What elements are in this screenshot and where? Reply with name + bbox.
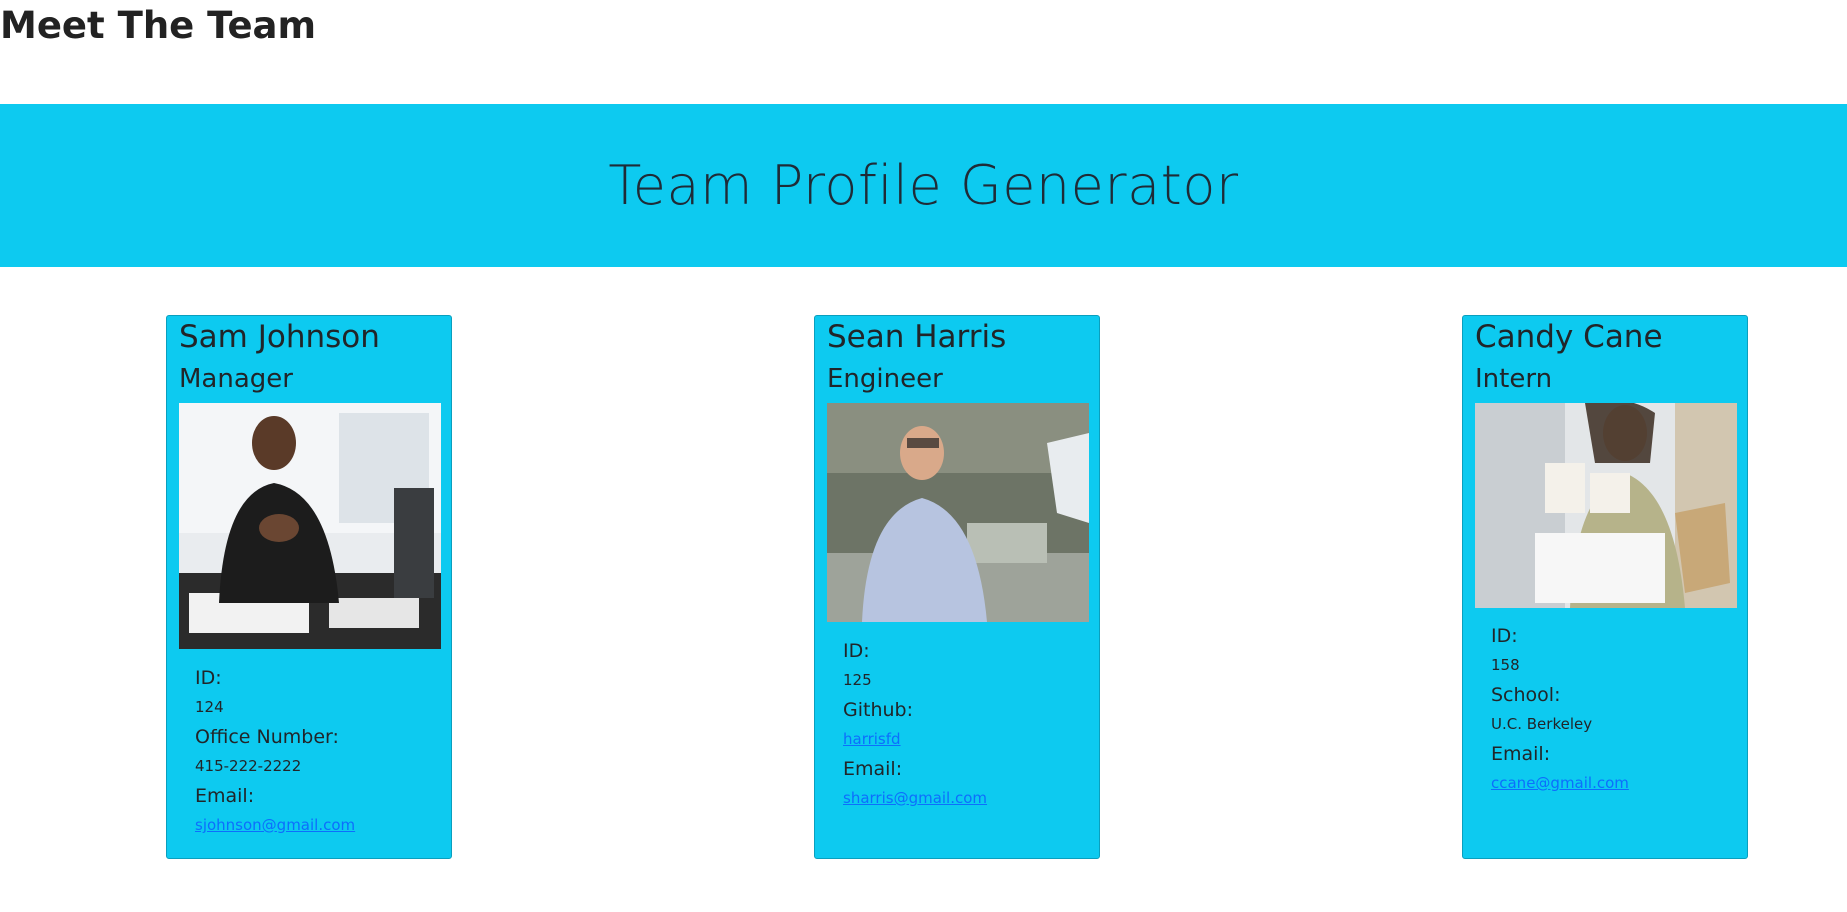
id-label: ID: xyxy=(1491,625,1518,647)
office-number-label: Office Number: xyxy=(195,726,339,748)
card-name: Sam Johnson xyxy=(179,319,380,355)
card-role: Engineer xyxy=(827,364,943,394)
id-label: ID: xyxy=(843,640,870,662)
team-card-engineer: Sean Harris Engineer ID: 125 Github: har… xyxy=(814,315,1100,859)
email-label: Email: xyxy=(843,758,903,780)
card-info: ID: 158 School: U.C. Berkeley Email: cca… xyxy=(1491,621,1629,798)
email-link[interactable]: sjohnson@gmail.com xyxy=(195,811,355,840)
team-card-intern: Candy Cane Intern ID: 158 School: U.C. B… xyxy=(1462,315,1748,859)
id-label: ID: xyxy=(195,667,222,689)
id-value: 158 xyxy=(1491,656,1520,674)
email-link[interactable]: sharris@gmail.com xyxy=(843,784,987,813)
id-value: 124 xyxy=(195,698,224,716)
banner: Team Profile Generator xyxy=(0,104,1847,267)
banner-title: Team Profile Generator xyxy=(608,154,1239,217)
email-label: Email: xyxy=(1491,743,1551,765)
github-link[interactable]: harrisfd xyxy=(843,725,987,754)
intern-photo xyxy=(1475,403,1737,608)
page-heading: Meet The Team xyxy=(0,4,317,47)
email-link[interactable]: ccane@gmail.com xyxy=(1491,769,1629,798)
card-name: Candy Cane xyxy=(1475,319,1663,355)
card-role: Intern xyxy=(1475,364,1553,394)
engineer-photo xyxy=(827,403,1089,622)
school-value: U.C. Berkeley xyxy=(1491,715,1593,733)
school-label: School: xyxy=(1491,684,1561,706)
email-label: Email: xyxy=(195,785,255,807)
card-info: ID: 125 Github: harrisfd Email: sharris@… xyxy=(843,636,987,813)
team-card-manager: Sam Johnson Manager ID: 124 Office Numbe… xyxy=(166,315,452,859)
office-number-value: 415-222-2222 xyxy=(195,757,302,775)
manager-photo xyxy=(179,403,441,649)
card-name: Sean Harris xyxy=(827,319,1007,355)
github-label: Github: xyxy=(843,699,913,721)
card-role: Manager xyxy=(179,364,293,394)
card-info: ID: 124 Office Number: 415-222-2222 Emai… xyxy=(195,663,355,840)
id-value: 125 xyxy=(843,671,872,689)
